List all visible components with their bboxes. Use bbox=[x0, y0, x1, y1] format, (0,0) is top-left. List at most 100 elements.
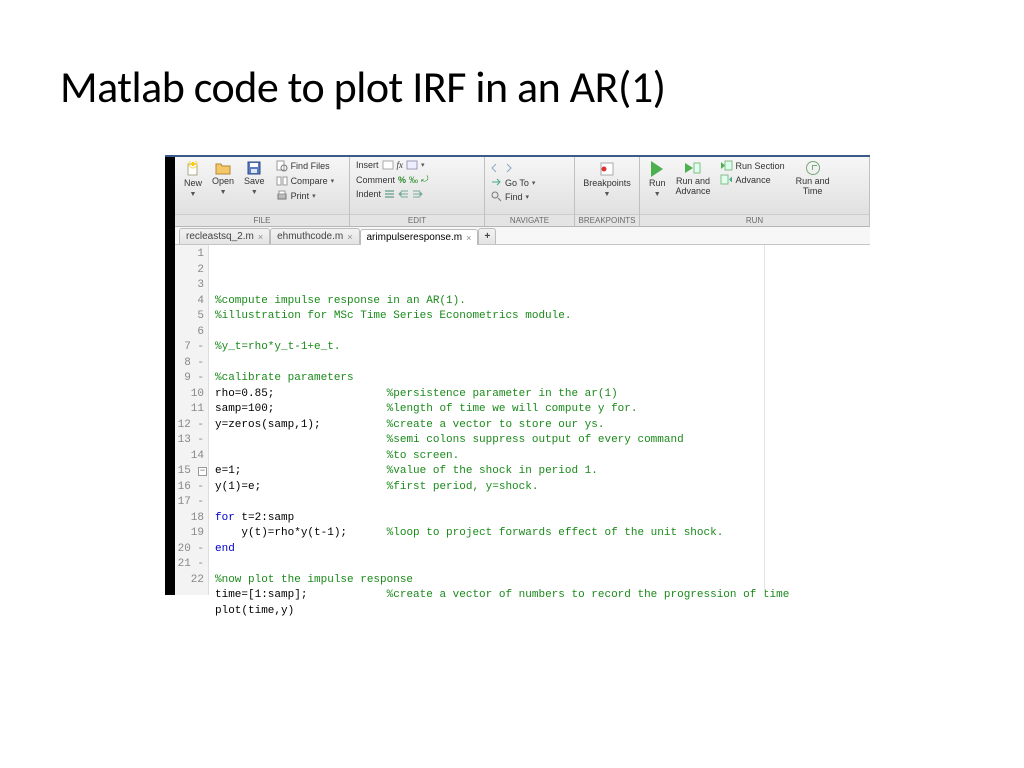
line-number: 4 bbox=[175, 294, 204, 310]
code-line[interactable]: %to screen. bbox=[215, 449, 870, 465]
section-break-icon bbox=[382, 160, 394, 170]
code-line[interactable]: end bbox=[215, 542, 870, 558]
run-advance-icon bbox=[684, 161, 702, 175]
fx-icon[interactable]: fx bbox=[397, 160, 404, 170]
code-text[interactable]: %compute impulse response in an AR(1).%i… bbox=[209, 245, 870, 595]
dropdown-icon: ▾ bbox=[526, 193, 530, 201]
code-line[interactable]: %calibrate parameters bbox=[215, 371, 870, 387]
line-number: 7 - bbox=[175, 340, 204, 356]
comment-icon[interactable]: % bbox=[398, 175, 406, 185]
compare-label: Compare bbox=[291, 176, 328, 186]
indent-left-icon[interactable] bbox=[412, 189, 423, 199]
insert-label: Insert bbox=[356, 160, 379, 170]
bookmark-prev-icon bbox=[491, 163, 502, 174]
line-number: 5 bbox=[175, 309, 204, 325]
code-line[interactable] bbox=[215, 619, 870, 635]
line-number: 14 bbox=[175, 449, 204, 465]
new-file-icon bbox=[185, 161, 201, 177]
line-number: 11 bbox=[175, 402, 204, 418]
code-line[interactable]: %now plot the impulse response bbox=[215, 573, 870, 589]
line-number: 12 - bbox=[175, 418, 204, 434]
editor-tab[interactable]: ehmuthcode.m× bbox=[270, 228, 359, 244]
run-advance-button[interactable]: Run and Advance bbox=[671, 159, 716, 199]
goto-label: Go To bbox=[505, 178, 529, 188]
right-margin-ruler bbox=[764, 245, 765, 595]
close-icon[interactable]: × bbox=[466, 233, 471, 243]
print-button[interactable]: Print ▾ bbox=[274, 189, 337, 203]
indent-row[interactable]: Indent bbox=[354, 188, 431, 200]
dropdown-icon: ▼ bbox=[654, 191, 661, 198]
find-files-label: Find Files bbox=[291, 161, 330, 171]
find-label: Find bbox=[505, 192, 523, 202]
editor-tab-bar: recleastsq_2.m×ehmuthcode.m×arimpulseres… bbox=[175, 227, 870, 245]
insert-row[interactable]: Insert fx ▾ bbox=[354, 159, 431, 171]
uncomment-icon[interactable]: ‰ bbox=[409, 175, 418, 185]
section-label-run: RUN bbox=[640, 214, 869, 226]
compare-icon bbox=[276, 175, 288, 187]
section-label-navigate: NAVIGATE bbox=[485, 214, 574, 226]
save-label: Save bbox=[244, 177, 265, 187]
code-line[interactable]: e=1; %value of the shock in period 1. bbox=[215, 464, 870, 480]
find-button[interactable]: Find ▾ bbox=[489, 190, 537, 203]
code-line[interactable] bbox=[215, 495, 870, 511]
code-fold-toggle[interactable]: − bbox=[198, 467, 207, 476]
run-section-button[interactable]: Run Section bbox=[718, 159, 787, 172]
advance-icon bbox=[720, 174, 733, 185]
compare-button[interactable]: Compare ▾ bbox=[274, 174, 337, 188]
dropdown-icon: ▼ bbox=[251, 189, 258, 196]
save-button[interactable]: Save ▼ bbox=[239, 159, 270, 198]
breakpoints-button[interactable]: Breakpoints ▼ bbox=[578, 159, 636, 200]
folder-open-icon bbox=[215, 161, 231, 175]
code-line[interactable] bbox=[215, 356, 870, 372]
line-number: 19 bbox=[175, 526, 204, 542]
code-line[interactable]: rho=0.85; %persistence parameter in the … bbox=[215, 387, 870, 403]
line-number: 2 bbox=[175, 263, 204, 279]
dropdown-icon: ▼ bbox=[190, 191, 197, 198]
advance-button[interactable]: Advance bbox=[718, 173, 787, 186]
line-number-gutter: 1 2 3 4 5 6 7 -8 -9 -10 11 12 -13 -14 15… bbox=[175, 245, 209, 595]
misc-nav-icons[interactable] bbox=[489, 162, 537, 175]
new-label: New bbox=[184, 179, 202, 189]
new-button[interactable]: New ▼ bbox=[179, 159, 207, 200]
comment-row[interactable]: Comment % ‰ ⤾ bbox=[354, 173, 431, 186]
code-line[interactable]: plot(time,y) bbox=[215, 604, 870, 620]
editor-tab[interactable]: recleastsq_2.m × bbox=[179, 228, 270, 244]
indent-icon[interactable] bbox=[384, 189, 395, 199]
code-line[interactable]: %y_t=rho*y_t-1+e_t. bbox=[215, 340, 870, 356]
print-label: Print bbox=[291, 191, 310, 201]
line-number: 6 bbox=[175, 325, 204, 341]
open-button[interactable]: Open ▼ bbox=[207, 159, 239, 198]
new-tab-button[interactable]: + bbox=[478, 228, 496, 244]
goto-button[interactable]: Go To ▾ bbox=[489, 176, 537, 189]
line-number: 20 - bbox=[175, 542, 204, 558]
clock-icon bbox=[806, 161, 820, 175]
insert-misc-icon bbox=[406, 160, 418, 170]
run-time-button[interactable]: Run and Time bbox=[791, 159, 835, 199]
code-line[interactable]: %illustration for MSc Time Series Econom… bbox=[215, 309, 870, 325]
run-button[interactable]: Run ▼ bbox=[644, 159, 671, 200]
find-files-button[interactable]: Find Files bbox=[274, 159, 337, 173]
close-icon[interactable]: × bbox=[258, 232, 263, 242]
line-number: 22 bbox=[175, 573, 204, 589]
code-line[interactable]: samp=100; %length of time we will comput… bbox=[215, 402, 870, 418]
code-line[interactable]: time=[1:samp]; %create a vector of numbe… bbox=[215, 588, 870, 604]
close-icon[interactable]: × bbox=[347, 232, 352, 242]
code-line[interactable]: for t=2:samp bbox=[215, 511, 870, 527]
slide-black-border bbox=[165, 157, 175, 595]
indent-right-icon[interactable] bbox=[398, 189, 409, 199]
run-section-icon bbox=[720, 160, 733, 171]
code-line[interactable] bbox=[215, 557, 870, 573]
play-icon bbox=[651, 161, 663, 177]
code-line[interactable] bbox=[215, 325, 870, 341]
line-number: 8 - bbox=[175, 356, 204, 372]
code-line[interactable]: y=zeros(samp,1); %create a vector to sto… bbox=[215, 418, 870, 434]
section-label-edit: EDIT bbox=[350, 214, 484, 226]
code-line[interactable]: y(t)=rho*y(t-1); %loop to project forwar… bbox=[215, 526, 870, 542]
code-line[interactable]: y(1)=e; %first period, y=shock. bbox=[215, 480, 870, 496]
wrap-comment-icon[interactable]: ⤾ bbox=[421, 174, 429, 185]
code-line[interactable]: %semi colons suppress output of every co… bbox=[215, 433, 870, 449]
editor-tab[interactable]: arimpulseresponse.m× bbox=[360, 229, 479, 245]
tab-filename: recleastsq_2.m bbox=[186, 231, 254, 242]
code-line[interactable]: %compute impulse response in an AR(1). bbox=[215, 294, 870, 310]
code-editor-area[interactable]: 1 2 3 4 5 6 7 -8 -9 -10 11 12 -13 -14 15… bbox=[175, 245, 870, 595]
